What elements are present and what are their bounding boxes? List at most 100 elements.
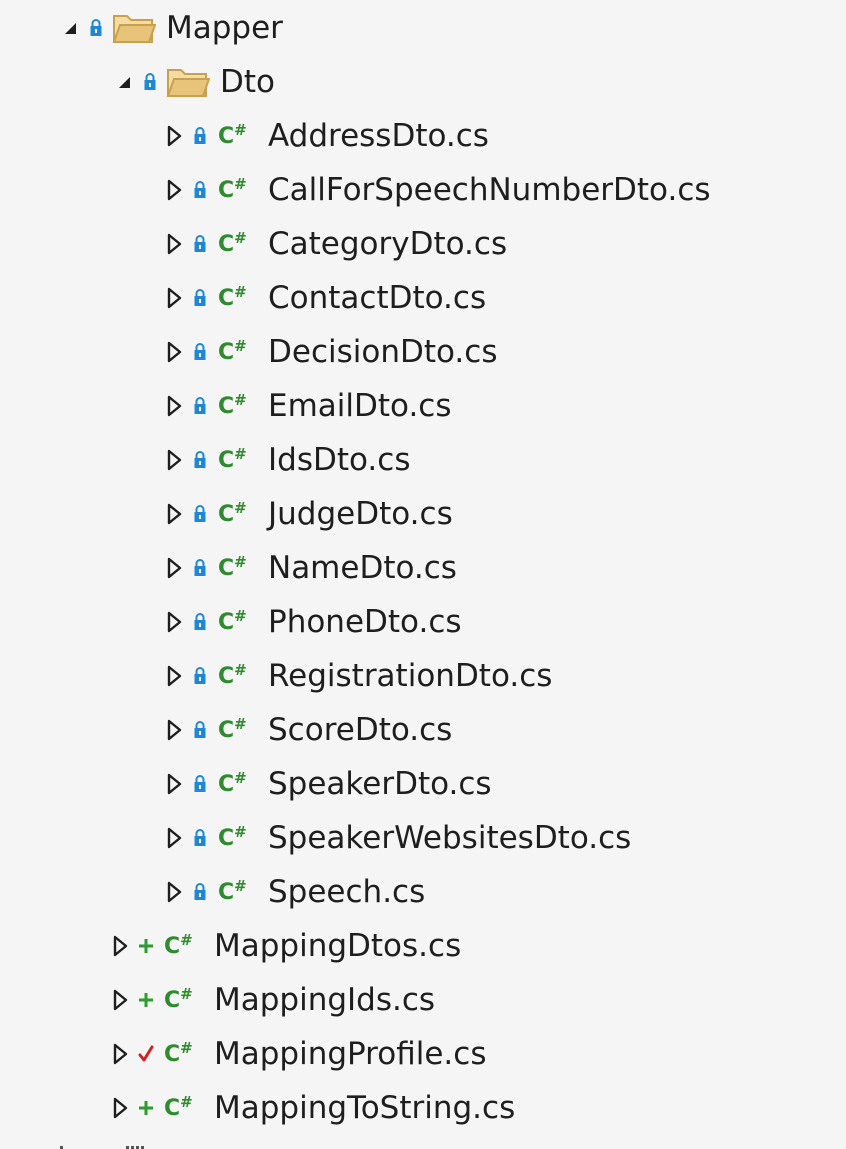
csharp-glyph: C — [218, 663, 234, 689]
lock-icon — [188, 865, 212, 919]
tree-node-file[interactable]: C # NameDto.cs — [160, 541, 457, 595]
tree-node-file[interactable]: C # SpeakerDto.cs — [160, 757, 492, 811]
csharp-file-icon: C # — [218, 811, 262, 865]
lock-icon — [188, 379, 212, 433]
csharp-file-icon: C # — [218, 433, 262, 487]
lock-icon — [188, 703, 212, 757]
tree-node-file[interactable]: C # DecisionDto.cs — [160, 325, 497, 379]
expanded-arrow-icon[interactable] — [110, 55, 138, 109]
csharp-hash-glyph: # — [234, 661, 247, 679]
tree-node-file[interactable]: C # CallForSpeechNumberDto.cs — [160, 163, 711, 217]
lock-icon — [188, 649, 212, 703]
tree-node-file[interactable]: C # IdsDto.cs — [160, 433, 410, 487]
tree-node-label: CategoryDto.cs — [268, 226, 508, 262]
collapsed-arrow-icon[interactable] — [160, 487, 188, 541]
lock-icon — [188, 109, 212, 163]
lock-icon — [188, 163, 212, 217]
collapsed-arrow-icon[interactable] — [160, 541, 188, 595]
collapsed-arrow-icon[interactable] — [160, 595, 188, 649]
tree-node-file[interactable]: C # ContactDto.cs — [160, 271, 486, 325]
tree-node-label: CallForSpeechNumberDto.cs — [268, 172, 711, 208]
tree-node-label: ScoreDto.cs — [268, 712, 453, 748]
csharp-file-icon: C # — [218, 595, 262, 649]
tree-node-file[interactable]: C # MappingProfile.cs — [106, 1027, 486, 1081]
csharp-glyph: C — [218, 555, 234, 581]
csharp-hash-glyph: # — [234, 445, 247, 463]
folder-icon — [166, 55, 214, 109]
collapsed-arrow-icon[interactable] — [106, 973, 134, 1027]
tree-node-label: EmailDto.cs — [268, 388, 452, 424]
collapsed-arrow-icon[interactable] — [160, 433, 188, 487]
tree-node-file[interactable]: C # JudgeDto.cs — [160, 487, 453, 541]
csharp-glyph: C — [164, 1041, 180, 1067]
tree-node-file[interactable]: C # MappingToString.cs — [106, 1081, 515, 1135]
csharp-hash-glyph: # — [234, 229, 247, 247]
collapsed-arrow-icon[interactable] — [106, 1027, 134, 1081]
collapsed-arrow-icon[interactable] — [160, 163, 188, 217]
tree-node-file[interactable]: C # Speech.cs — [160, 865, 425, 919]
csharp-hash-glyph: # — [234, 391, 247, 409]
tree-node-label: JudgeDto.cs — [268, 496, 453, 532]
check-icon — [134, 1027, 158, 1081]
csharp-file-icon: C # — [218, 325, 262, 379]
tree-node-mapper-folder[interactable]: Mapper — [56, 1, 283, 55]
tree-node-file[interactable]: C # MappingIds.cs — [106, 973, 435, 1027]
csharp-file-icon: C # — [218, 163, 262, 217]
collapsed-arrow-icon[interactable] — [160, 217, 188, 271]
tree-node-label: SpeakerDto.cs — [268, 766, 492, 802]
tree-node-label: Mapper — [166, 10, 283, 46]
lock-icon — [188, 325, 212, 379]
collapsed-arrow-icon[interactable] — [160, 649, 188, 703]
csharp-file-icon: C # — [218, 271, 262, 325]
lock-icon — [84, 1, 108, 55]
partial-next-row — [56, 1140, 156, 1149]
tree-node-file[interactable]: C # EmailDto.cs — [160, 379, 452, 433]
csharp-glyph: C — [164, 933, 180, 959]
tree-node-label: PhoneDto.cs — [268, 604, 462, 640]
collapsed-arrow-icon[interactable] — [160, 109, 188, 163]
collapsed-arrow-icon[interactable] — [160, 325, 188, 379]
tree-node-file[interactable]: C # SpeakerWebsitesDto.cs — [160, 811, 631, 865]
tree-node-file[interactable]: C # RegistrationDto.cs — [160, 649, 552, 703]
csharp-glyph: C — [164, 987, 180, 1013]
collapsed-arrow-icon[interactable] — [106, 919, 134, 973]
collapsed-arrow-icon[interactable] — [160, 811, 188, 865]
csharp-hash-glyph: # — [180, 931, 193, 949]
tree-node-file[interactable]: C # MappingDtos.cs — [106, 919, 461, 973]
csharp-glyph: C — [218, 447, 234, 473]
collapsed-arrow-icon[interactable] — [160, 703, 188, 757]
csharp-file-icon: C # — [164, 1081, 208, 1135]
csharp-hash-glyph: # — [234, 283, 247, 301]
csharp-file-icon: C # — [218, 703, 262, 757]
tree-node-file[interactable]: C # AddressDto.cs — [160, 109, 489, 163]
lock-icon — [188, 541, 212, 595]
csharp-file-icon: C # — [218, 757, 262, 811]
expanded-arrow-icon[interactable] — [56, 1, 84, 55]
csharp-hash-glyph: # — [234, 823, 247, 841]
collapsed-arrow-icon[interactable] — [160, 757, 188, 811]
lock-icon — [188, 595, 212, 649]
csharp-hash-glyph: # — [180, 985, 193, 1003]
csharp-file-icon: C # — [218, 865, 262, 919]
csharp-glyph: C — [218, 123, 234, 149]
tree-node-label: ContactDto.cs — [268, 280, 487, 316]
plus-icon — [134, 1081, 158, 1135]
tree-node-file[interactable]: C # CategoryDto.cs — [160, 217, 507, 271]
tree-node-label: DecisionDto.cs — [268, 334, 498, 370]
tree-node-label: Dto — [220, 64, 275, 100]
plus-icon — [134, 919, 158, 973]
tree-node-file[interactable]: C # PhoneDto.cs — [160, 595, 462, 649]
tree-node-file[interactable]: C # ScoreDto.cs — [160, 703, 452, 757]
collapsed-arrow-icon[interactable] — [160, 865, 188, 919]
collapsed-arrow-icon[interactable] — [106, 1081, 134, 1135]
csharp-file-icon: C # — [164, 973, 208, 1027]
lock-icon — [188, 811, 212, 865]
collapsed-arrow-icon[interactable] — [160, 271, 188, 325]
csharp-hash-glyph: # — [234, 769, 247, 787]
tree-node-dto-folder[interactable]: Dto — [110, 55, 275, 109]
tree-node-label: MappingDtos.cs — [214, 928, 462, 964]
collapsed-arrow-icon[interactable] — [160, 379, 188, 433]
lock-icon — [188, 487, 212, 541]
csharp-glyph: C — [218, 771, 234, 797]
csharp-file-icon: C # — [218, 487, 262, 541]
